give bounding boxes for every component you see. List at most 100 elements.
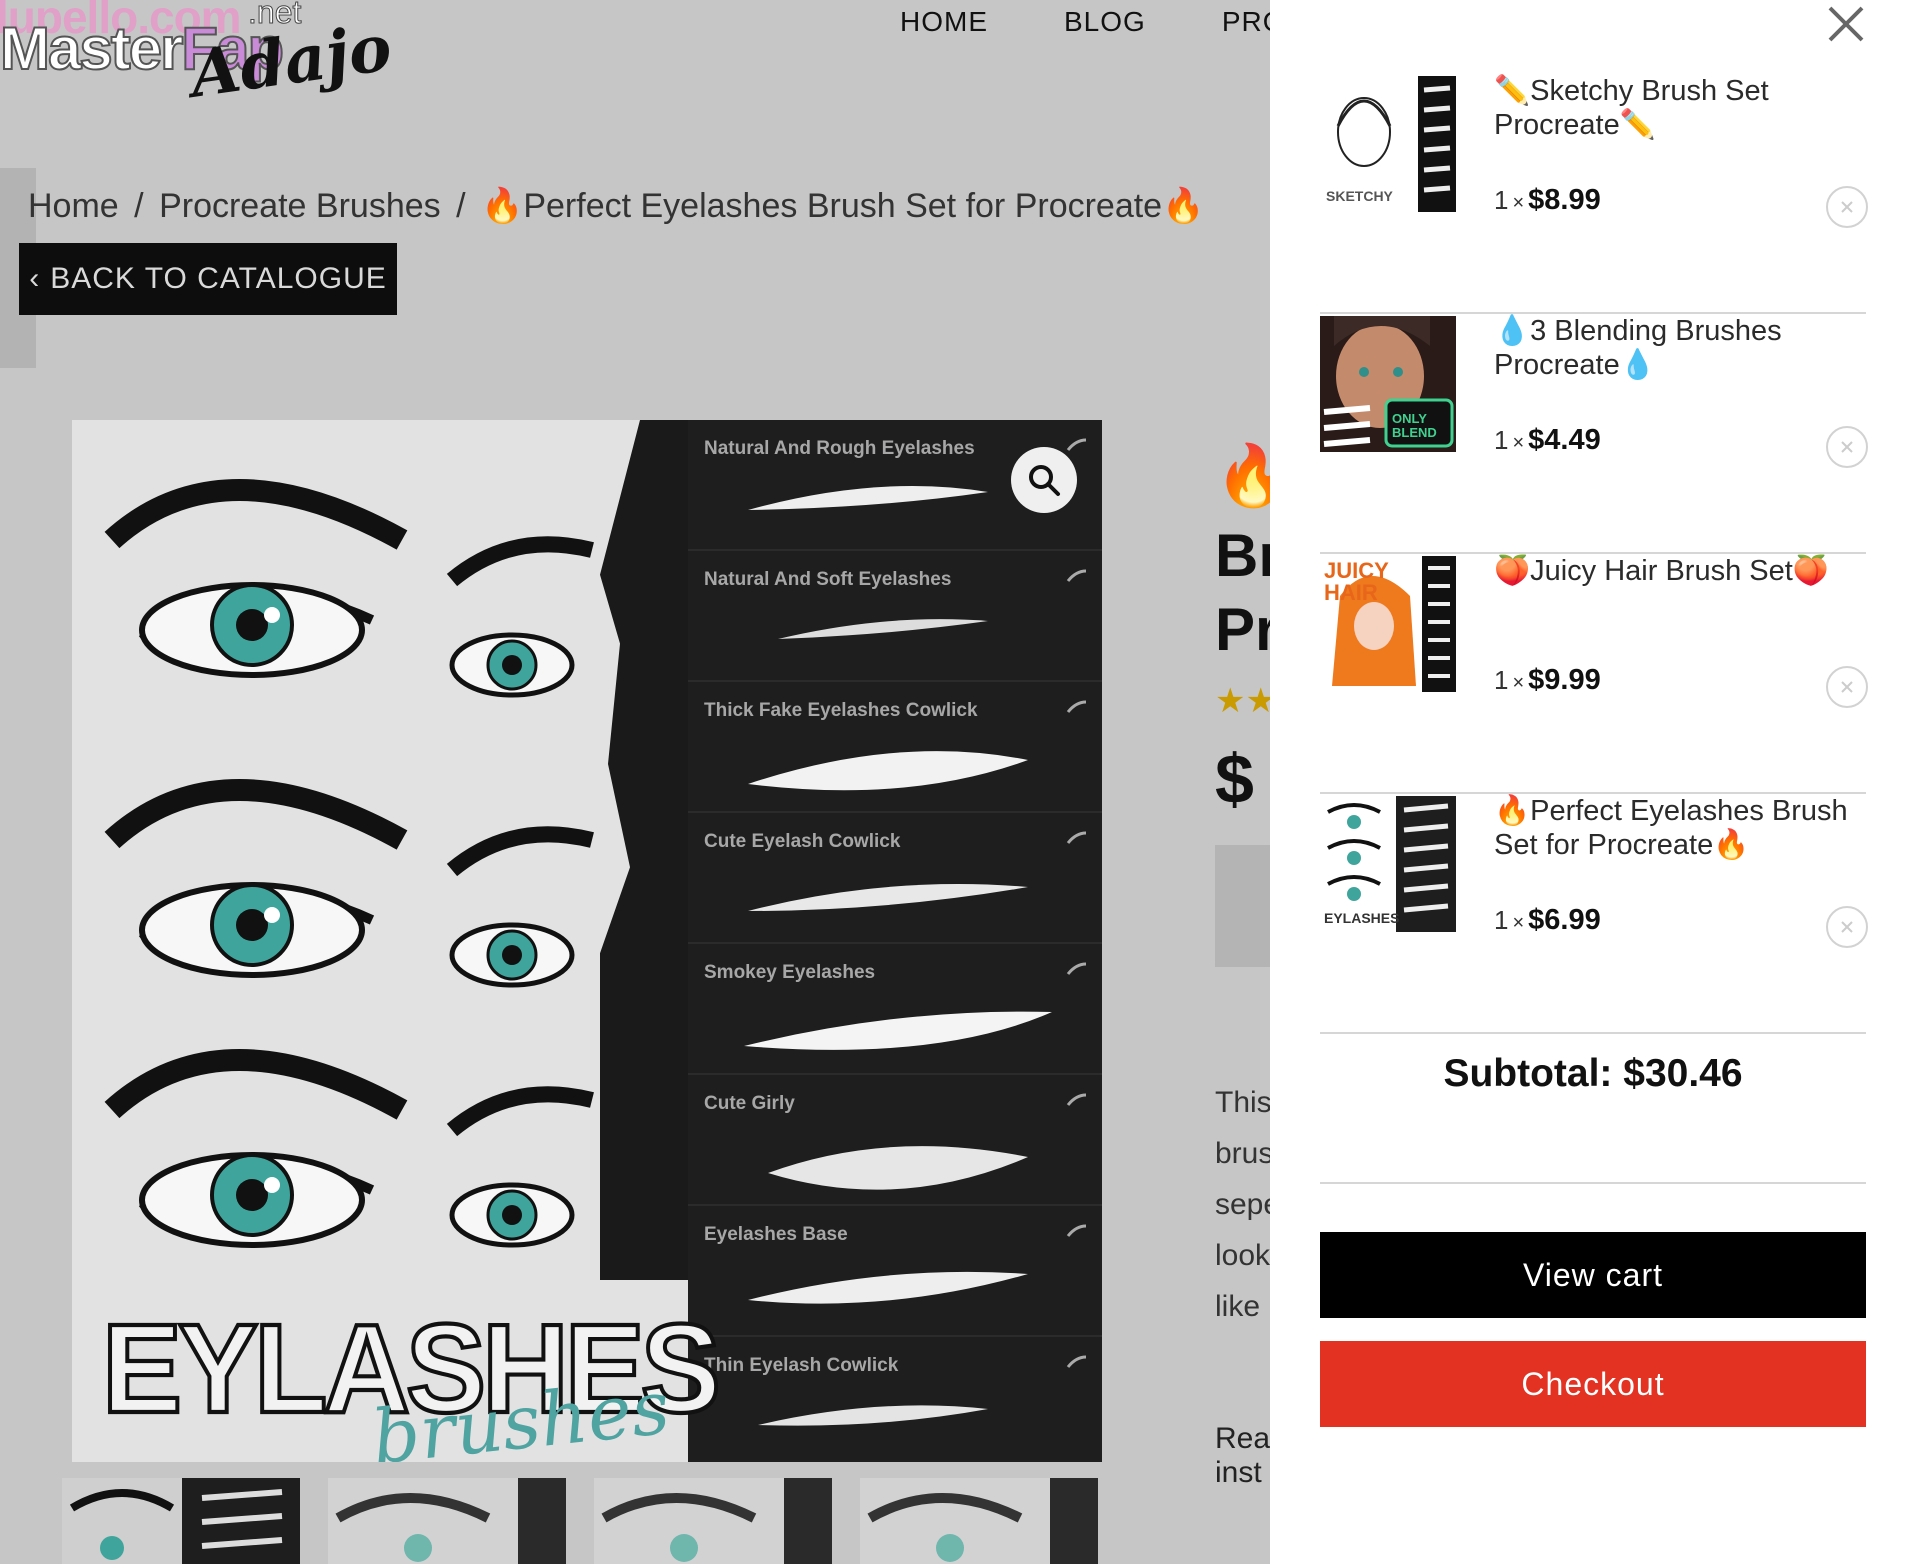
thumbnail-label: JUICY HAIR — [1324, 558, 1389, 605]
cart-item-name[interactable]: 🔥Perfect Eyelashes Brush Set for Procrea… — [1494, 794, 1854, 862]
cart-item-price: $9.99 — [1528, 664, 1601, 696]
cart-item: JUICY HAIR 🍑Juicy Hair Brush Set🍑 1 × $9.9… — [1320, 554, 1868, 794]
product-main-image[interactable]: Natural And Rough Eyelashes Natural And … — [72, 420, 1102, 1462]
brush-stroke-preview — [748, 1271, 1028, 1304]
brush-edit-icon — [1066, 1355, 1087, 1368]
brush-edit-icon — [1066, 438, 1087, 451]
brush-edit-icon — [1066, 1224, 1087, 1237]
brush-edit-icon — [1066, 831, 1087, 844]
eye-right-3 — [446, 1086, 594, 1248]
thumbnail[interactable] — [860, 1478, 1098, 1564]
cart-item: EYLASHES 🔥Perfect Eyelashes Brush Set fo… — [1320, 794, 1868, 1034]
remove-icon — [1841, 441, 1853, 453]
eye-left-2 — [104, 779, 408, 978]
breadcrumb-separator: / — [134, 187, 144, 225]
brush-name: Eyelashes Base — [704, 1224, 848, 1245]
remove-icon — [1841, 201, 1853, 213]
eye-left-1 — [104, 479, 408, 678]
cart-item-quantity: 1 × $8.99 — [1494, 184, 1601, 216]
breadcrumb-separator: / — [456, 187, 466, 225]
thumbnail[interactable] — [62, 1478, 300, 1564]
add-to-cart-area[interactable] — [1215, 845, 1275, 967]
cart-item-thumbnail[interactable]: JUICY HAIR — [1320, 556, 1456, 692]
close-cart-button[interactable] — [1822, 0, 1870, 48]
nav-home[interactable]: HOME — [900, 6, 988, 38]
brush-row: Thick Fake Eyelashes Cowlick — [688, 682, 1102, 813]
brush-list-panel: Natural And Rough Eyelashes Natural And … — [688, 420, 1102, 1462]
image-thumbnails — [62, 1478, 1098, 1564]
thumbnail-label: ONLY BLEND — [1392, 411, 1437, 440]
remove-icon — [1841, 681, 1853, 693]
subtotal-label: Subtotal: — [1443, 1052, 1613, 1095]
eye-right-1 — [446, 536, 594, 698]
brush-row: Cute Eyelash Cowlick — [688, 813, 1102, 944]
brush-edit-icon — [1066, 700, 1087, 713]
brush-name: Natural And Rough Eyelashes — [704, 438, 975, 459]
thumbnail[interactable] — [328, 1478, 566, 1564]
close-icon — [1828, 6, 1864, 42]
brush-row: Thin Eyelash Cowlick — [688, 1337, 1102, 1462]
brush-stroke-preview — [744, 1011, 1052, 1050]
cart-item: SKETCHY ✏️Sketchy Brush Set Procreate✏️ … — [1320, 74, 1868, 314]
brush-name: Cute Girly — [704, 1093, 795, 1114]
brush-name: Thick Fake Eyelashes Cowlick — [704, 700, 978, 721]
brush-stroke-preview — [748, 751, 1028, 791]
back-button-label: BACK TO CATALOGUE — [50, 262, 387, 295]
brush-edit-icon — [1066, 569, 1087, 582]
cart-item-name[interactable]: 🍑Juicy Hair Brush Set🍑 — [1494, 554, 1854, 588]
brush-stroke-preview — [748, 884, 1028, 911]
brush-name: Thin Eyelash Cowlick — [704, 1355, 899, 1376]
divider — [1320, 1182, 1866, 1184]
main-nav: HOME BLOG PRO — [900, 6, 1286, 38]
back-to-catalogue-button[interactable]: ‹ BACK TO CATALOGUE — [19, 243, 397, 315]
cart-item-quantity: 1 × $9.99 — [1494, 664, 1601, 696]
breadcrumb-home[interactable]: Home — [28, 187, 119, 225]
brush-stroke-preview — [758, 1405, 988, 1426]
cart-item-name[interactable]: ✏️Sketchy Brush Set Procreate✏️ — [1494, 74, 1854, 142]
checkout-button[interactable]: Checkout — [1320, 1341, 1866, 1427]
remove-item-button[interactable] — [1826, 906, 1868, 948]
cart-subtotal: Subtotal: $30.46 — [1320, 1052, 1866, 1096]
cart-item-thumbnail[interactable]: SKETCHY — [1320, 76, 1456, 212]
cart-item-price: $8.99 — [1528, 184, 1601, 216]
brush-name: Cute Eyelash Cowlick — [704, 831, 901, 852]
remove-item-button[interactable] — [1826, 666, 1868, 708]
brush-name: Smokey Eyelashes — [704, 962, 876, 983]
brush-stroke-preview — [768, 1146, 1028, 1190]
remove-icon — [1841, 921, 1853, 933]
nav-blog[interactable]: BLOG — [1064, 6, 1146, 38]
cart-item-name[interactable]: 💧3 Blending Brushes Procreate💧 — [1494, 314, 1854, 382]
brush-stroke-preview — [778, 619, 988, 639]
eye-right-2 — [446, 826, 594, 988]
search-icon — [1029, 465, 1060, 496]
cart-item-price: $4.49 — [1528, 424, 1601, 456]
brush-row: Smokey Eyelashes — [688, 944, 1102, 1075]
subtotal-value: $30.46 — [1623, 1052, 1743, 1095]
breadcrumb: Home / Procreate Brushes / 🔥Perfect Eyel… — [28, 186, 1204, 226]
cart-item-thumbnail[interactable]: ONLY BLEND — [1320, 316, 1456, 452]
brush-name: Natural And Soft Eyelashes — [704, 569, 952, 590]
site-logo[interactable]: lupello.com MasterFap .net Adajo — [0, 0, 450, 113]
brush-row: Natural And Soft Eyelashes — [688, 551, 1102, 682]
breadcrumb-current: 🔥Perfect Eyelashes Brush Set for Procrea… — [481, 187, 1205, 225]
cart-item-price: $6.99 — [1528, 904, 1601, 936]
thumbnail-label: EYLASHES — [1324, 910, 1400, 926]
breadcrumb-category[interactable]: Procreate Brushes — [159, 187, 441, 225]
chevron-left-icon: ‹ — [29, 262, 41, 295]
cart-item-quantity: 1 × $6.99 — [1494, 904, 1601, 936]
thumbnail-label: SKETCHY — [1326, 188, 1393, 204]
cart-item-quantity: 1 × $4.49 — [1494, 424, 1601, 456]
cart-item: ONLY BLEND 💧3 Blending Brushes Procreate… — [1320, 314, 1868, 554]
brush-row: Eyelashes Base — [688, 1206, 1102, 1337]
remove-item-button[interactable] — [1826, 186, 1868, 228]
remove-item-button[interactable] — [1826, 426, 1868, 468]
brush-stroke-preview — [748, 486, 988, 510]
view-cart-button[interactable]: View cart — [1320, 1232, 1866, 1318]
eye-left-3 — [104, 1049, 408, 1248]
zoom-button[interactable] — [1011, 447, 1077, 513]
cart-item-thumbnail[interactable]: EYLASHES — [1320, 796, 1456, 932]
brush-edit-icon — [1066, 962, 1087, 975]
brush-edit-icon — [1066, 1093, 1087, 1106]
brush-row: Cute Girly — [688, 1075, 1102, 1206]
thumbnail[interactable] — [594, 1478, 832, 1564]
